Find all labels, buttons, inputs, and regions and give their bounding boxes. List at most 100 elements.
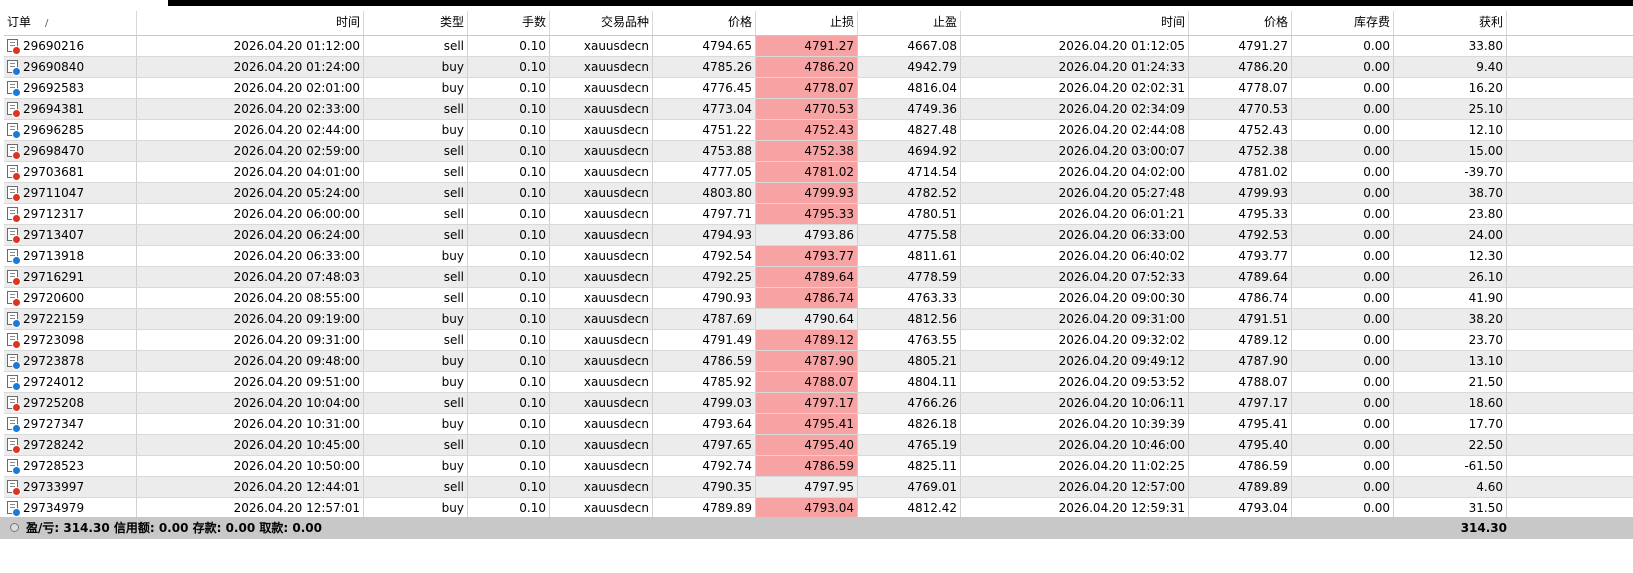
- cell-volume: 0.10: [468, 78, 550, 98]
- table-row[interactable]: 29698470 2026.04.20 02:59:00 sell 0.10 xauus…: [4, 141, 1633, 162]
- cell-symbol: xauusdecn: [550, 267, 653, 287]
- cell-order: 29690216: [4, 36, 137, 56]
- cell-volume: 0.10: [468, 225, 550, 245]
- table-row[interactable]: 29692583 2026.04.20 02:01:00 buy 0.10 xauusd…: [4, 78, 1633, 99]
- cell-open-price: 4785.92: [653, 372, 756, 392]
- cell-close-price: 4791.27: [1189, 36, 1292, 56]
- order-number: 29728523: [23, 459, 85, 473]
- order-number: 29723098: [23, 333, 85, 347]
- table-row[interactable]: 29703681 2026.04.20 04:01:00 sell 0.10 xauus…: [4, 162, 1633, 183]
- cell-close-price: 4797.17: [1189, 393, 1292, 413]
- cell-volume: 0.10: [468, 57, 550, 77]
- top-dark-strip: [168, 0, 1633, 6]
- cell-profit: 12.30: [1394, 246, 1507, 266]
- cell-volume: 0.10: [468, 372, 550, 392]
- table-row[interactable]: 29724012 2026.04.20 09:51:00 buy 0.10 xauusd…: [4, 372, 1633, 393]
- cell-type: sell: [364, 36, 468, 56]
- column-header-swap[interactable]: 库存费: [1292, 11, 1394, 35]
- buy-order-icon: [7, 459, 21, 475]
- column-header-open-time[interactable]: 时间: [137, 11, 364, 35]
- cell-stop-loss: 4752.43: [756, 120, 858, 140]
- table-row[interactable]: 29725208 2026.04.20 10:04:00 sell 0.10 xauus…: [4, 393, 1633, 414]
- table-row[interactable]: 29690840 2026.04.20 01:24:00 buy 0.10 xauusd…: [4, 57, 1633, 78]
- order-type-dot-icon: [12, 403, 21, 412]
- order-type-dot-icon: [12, 319, 21, 328]
- table-row[interactable]: 29722159 2026.04.20 09:19:00 buy 0.10 xauusd…: [4, 309, 1633, 330]
- column-header-close-price[interactable]: 价格: [1189, 11, 1292, 35]
- table-row[interactable]: 29728242 2026.04.20 10:45:00 sell 0.10 xauus…: [4, 435, 1633, 456]
- table-row[interactable]: 29727347 2026.04.20 10:31:00 buy 0.10 xauusd…: [4, 414, 1633, 435]
- cell-type: sell: [364, 99, 468, 119]
- cell-open-price: 4785.26: [653, 57, 756, 77]
- cell-take-profit: 4812.56: [858, 309, 961, 329]
- cell-stop-loss: 4786.20: [756, 57, 858, 77]
- column-header-take-profit[interactable]: 止盈: [858, 11, 961, 35]
- column-header-volume[interactable]: 手数: [468, 11, 550, 35]
- trade-rows: 29690216 2026.04.20 01:12:00 sell 0.10 xauus…: [4, 36, 1633, 540]
- cell-swap: 0.00: [1292, 183, 1394, 203]
- table-row[interactable]: 29712317 2026.04.20 06:00:00 sell 0.10 xauus…: [4, 204, 1633, 225]
- column-header-order[interactable]: 订单 /: [4, 11, 137, 35]
- cell-swap: 0.00: [1292, 246, 1394, 266]
- cell-type: buy: [364, 498, 468, 518]
- cell-type: sell: [364, 330, 468, 350]
- order-type-dot-icon: [12, 235, 21, 244]
- table-row[interactable]: 29713407 2026.04.20 06:24:00 sell 0.10 xauus…: [4, 225, 1633, 246]
- cell-order: 29727347: [4, 414, 137, 434]
- table-row[interactable]: 29711047 2026.04.20 05:24:00 sell 0.10 xauus…: [4, 183, 1633, 204]
- cell-open-price: 4792.25: [653, 267, 756, 287]
- table-row[interactable]: 29716291 2026.04.20 07:48:03 sell 0.10 xauus…: [4, 267, 1633, 288]
- summary-total-profit: 314.30: [1460, 521, 1507, 535]
- column-header-stop-loss[interactable]: 止损: [756, 11, 858, 35]
- column-header-open-price[interactable]: 价格: [653, 11, 756, 35]
- sell-order-icon: [7, 438, 21, 454]
- column-header-close-time[interactable]: 时间: [961, 11, 1189, 35]
- table-row[interactable]: 29690216 2026.04.20 01:12:00 sell 0.10 xauus…: [4, 36, 1633, 57]
- table-row[interactable]: 29694381 2026.04.20 02:33:00 sell 0.10 xauus…: [4, 99, 1633, 120]
- table-row[interactable]: 29723878 2026.04.20 09:48:00 buy 0.10 xauusd…: [4, 351, 1633, 372]
- cell-profit: 38.20: [1394, 309, 1507, 329]
- cell-close-price: 4786.59: [1189, 456, 1292, 476]
- cell-order: 29723098: [4, 330, 137, 350]
- cell-take-profit: 4811.61: [858, 246, 961, 266]
- cell-stop-loss: 4793.86: [756, 225, 858, 245]
- cell-swap: 0.00: [1292, 36, 1394, 56]
- cell-profit: 21.50: [1394, 372, 1507, 392]
- cell-symbol: xauusdecn: [550, 57, 653, 77]
- cell-open-time: 2026.04.20 02:44:00: [137, 120, 364, 140]
- table-row[interactable]: 29723098 2026.04.20 09:31:00 sell 0.10 xauus…: [4, 330, 1633, 351]
- table-row[interactable]: 29713918 2026.04.20 06:33:00 buy 0.10 xauusd…: [4, 246, 1633, 267]
- cell-open-time: 2026.04.20 09:48:00: [137, 351, 364, 371]
- order-number: 29728242: [23, 438, 85, 452]
- cell-stop-loss: 4787.90: [756, 351, 858, 371]
- table-row[interactable]: 29733997 2026.04.20 12:44:01 sell 0.10 xauus…: [4, 477, 1633, 498]
- column-header-type[interactable]: 类型: [364, 11, 468, 35]
- cell-open-price: 4773.04: [653, 99, 756, 119]
- cell-close-time: 2026.04.20 07:52:33: [961, 267, 1189, 287]
- cell-take-profit: 4816.04: [858, 78, 961, 98]
- cell-stop-loss: 4752.38: [756, 141, 858, 161]
- cell-volume: 0.10: [468, 309, 550, 329]
- cell-symbol: xauusdecn: [550, 309, 653, 329]
- cell-profit: 13.10: [1394, 351, 1507, 371]
- cell-open-price: 4751.22: [653, 120, 756, 140]
- table-row[interactable]: 29728523 2026.04.20 10:50:00 buy 0.10 xauusd…: [4, 456, 1633, 477]
- table-row[interactable]: 29720600 2026.04.20 08:55:00 sell 0.10 xauus…: [4, 288, 1633, 309]
- cell-volume: 0.10: [468, 99, 550, 119]
- cell-stop-loss: 4789.12: [756, 330, 858, 350]
- cell-symbol: xauusdecn: [550, 414, 653, 434]
- cell-type: sell: [364, 267, 468, 287]
- cell-swap: 0.00: [1292, 225, 1394, 245]
- cell-type: sell: [364, 141, 468, 161]
- cell-volume: 0.10: [468, 36, 550, 56]
- cell-close-price: 4752.43: [1189, 120, 1292, 140]
- table-row[interactable]: 29734979 2026.04.20 12:57:01 buy 0.10 xauusd…: [4, 498, 1633, 519]
- cell-type: buy: [364, 351, 468, 371]
- cell-order: 29716291: [4, 267, 137, 287]
- table-row[interactable]: 29696285 2026.04.20 02:44:00 buy 0.10 xauusd…: [4, 120, 1633, 141]
- column-header-profit[interactable]: 获利: [1394, 11, 1507, 35]
- cell-symbol: xauusdecn: [550, 351, 653, 371]
- cell-close-time: 2026.04.20 02:44:08: [961, 120, 1189, 140]
- column-header-symbol[interactable]: 交易品种: [550, 11, 653, 35]
- cell-stop-loss: 4790.64: [756, 309, 858, 329]
